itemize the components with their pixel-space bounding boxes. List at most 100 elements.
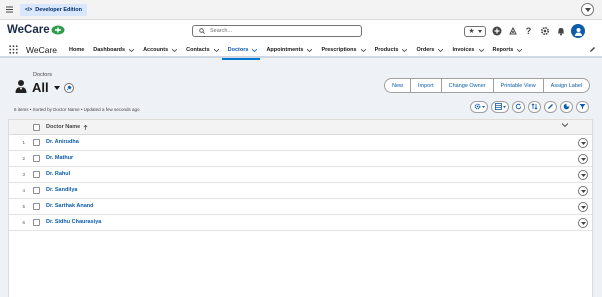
chevron-down-icon[interactable]	[438, 48, 444, 52]
filter-button[interactable]	[576, 100, 589, 113]
app-name: WeCare	[26, 45, 58, 55]
setup-menu-button[interactable]	[581, 3, 594, 16]
bell-icon[interactable]	[555, 26, 566, 37]
list-meta-info: 6 items • Sorted by Doctor Name • Update…	[14, 107, 140, 112]
nav-item-label: Reports	[492, 47, 514, 53]
chevron-down-icon	[580, 157, 586, 161]
column-header-doctor-name[interactable]: Doctor Name	[46, 124, 88, 130]
nav-item-label: Doctors	[227, 47, 249, 53]
row-checkbox[interactable]	[33, 171, 40, 178]
search-icon	[199, 28, 205, 34]
chevron-down-icon[interactable]	[478, 48, 484, 52]
edition-label: Developer Edition	[35, 7, 82, 13]
chevron-down-icon	[562, 123, 568, 127]
list-actions: New Import Change Owner Printable View A…	[384, 78, 591, 93]
row-actions-button[interactable]	[578, 218, 588, 228]
doctor-object-icon	[14, 79, 28, 93]
table-icon	[494, 103, 502, 110]
user-avatar[interactable]	[571, 24, 585, 38]
printable-view-button[interactable]: Printable View	[492, 79, 543, 92]
nav-item-label: Orders	[416, 47, 435, 53]
row-checkbox[interactable]	[33, 155, 40, 162]
row-checkbox[interactable]	[33, 203, 40, 210]
row-checkbox[interactable]	[33, 187, 40, 194]
nav-item-orders[interactable]: Orders	[410, 42, 446, 58]
doctor-name-link[interactable]: Dr. Sandilya	[46, 187, 78, 193]
new-button[interactable]: New	[385, 79, 410, 92]
assign-label-button[interactable]: Assign Label	[542, 79, 589, 92]
table-header: Doctor Name	[9, 120, 592, 135]
nav-item-label: Contacts	[186, 47, 210, 53]
trailhead-icon[interactable]	[507, 26, 518, 37]
nav-item-accounts[interactable]: Accounts	[137, 42, 180, 58]
nav-item-label: Accounts	[143, 47, 169, 53]
table-row: 2 Dr. Mathur	[9, 151, 592, 167]
refresh-button[interactable]	[512, 100, 525, 113]
nav-item-invoices[interactable]: Invoices	[446, 42, 486, 58]
list-settings-button[interactable]	[470, 100, 488, 113]
sort-button[interactable]	[528, 100, 541, 113]
help-icon[interactable]: ?	[523, 26, 534, 37]
search-placeholder: Search...	[210, 28, 233, 34]
row-actions-button[interactable]	[578, 186, 588, 196]
nav-item-label: Invoices	[452, 47, 475, 53]
row-checkbox[interactable]	[33, 139, 40, 146]
nav-item-appointments[interactable]: Appointments	[260, 42, 315, 58]
nav-item-products[interactable]: Products	[369, 42, 411, 58]
display-as-button[interactable]	[491, 100, 509, 113]
chevron-down-icon[interactable]	[252, 48, 258, 52]
nav-item-home[interactable]: Home	[63, 42, 87, 58]
doctor-name-link[interactable]: Dr. Mathur	[46, 155, 73, 161]
row-number: 2	[22, 156, 25, 161]
chevron-down-icon	[580, 141, 586, 145]
change-owner-button[interactable]: Change Owner	[440, 79, 493, 92]
nav-item-dashboards[interactable]: Dashboards	[87, 42, 137, 58]
chevron-down-icon	[580, 189, 586, 193]
chevron-down-icon[interactable]	[213, 48, 219, 52]
row-actions-button[interactable]	[578, 170, 588, 180]
global-actions-icon[interactable]	[491, 26, 502, 37]
list-view-selector[interactable]: All	[32, 80, 60, 95]
pin-list-view-button[interactable]	[64, 83, 74, 93]
doctor-name-link[interactable]: Dr. Sarthak Anand	[46, 203, 93, 209]
chevron-down-icon[interactable]	[307, 48, 313, 52]
chevron-down-icon	[584, 7, 591, 12]
chevron-down-icon[interactable]	[402, 48, 408, 52]
doctor-name-link[interactable]: Dr. Anirudha	[46, 139, 79, 145]
object-label: Doctors	[33, 72, 52, 78]
nav-item-reports[interactable]: Reports	[487, 42, 526, 58]
menu-icon[interactable]	[6, 6, 13, 13]
table-row: 4 Dr. Sandilya	[9, 183, 592, 199]
charts-button[interactable]	[560, 100, 573, 113]
row-actions-button[interactable]	[578, 154, 588, 164]
row-actions-button[interactable]	[578, 138, 588, 148]
inline-edit-button[interactable]	[544, 100, 557, 113]
chevron-down-icon	[477, 29, 482, 33]
sort-icon	[531, 103, 538, 110]
row-actions-button[interactable]	[578, 202, 588, 212]
doctor-name-link[interactable]: Dr. Sidhu Chaurasiya	[46, 219, 101, 225]
app-launcher-icon[interactable]	[9, 45, 18, 54]
column-header-label: Doctor Name	[46, 124, 81, 130]
nav-item-label: Appointments	[266, 47, 304, 53]
user-icon	[574, 27, 582, 36]
nav-item-prescriptions[interactable]: Prescriptions	[315, 42, 368, 58]
favorites-button[interactable]: ★	[464, 25, 486, 37]
chevron-down-icon[interactable]	[172, 48, 178, 52]
chevron-down-icon[interactable]	[517, 48, 523, 52]
edit-nav-icon[interactable]	[589, 46, 596, 53]
nav-item-doctors[interactable]: Doctors	[221, 42, 261, 60]
select-all-checkbox[interactable]	[33, 124, 40, 131]
column-actions-button[interactable]	[562, 123, 568, 127]
import-button[interactable]: Import	[410, 79, 441, 92]
nav-item-contacts[interactable]: Contacts	[180, 42, 222, 58]
global-search[interactable]: Search...	[192, 25, 362, 37]
row-checkbox[interactable]	[33, 219, 40, 226]
chevron-down-icon[interactable]	[129, 48, 135, 52]
doctor-name-link[interactable]: Dr. Rahul	[46, 171, 70, 177]
developer-edition-badge[interactable]: </> Developer Edition	[20, 4, 87, 16]
gear-icon[interactable]	[539, 26, 550, 37]
nav-item-label: Products	[374, 47, 399, 53]
chevron-down-icon[interactable]	[360, 48, 366, 52]
brand-logo[interactable]: WeCare	[7, 24, 65, 36]
